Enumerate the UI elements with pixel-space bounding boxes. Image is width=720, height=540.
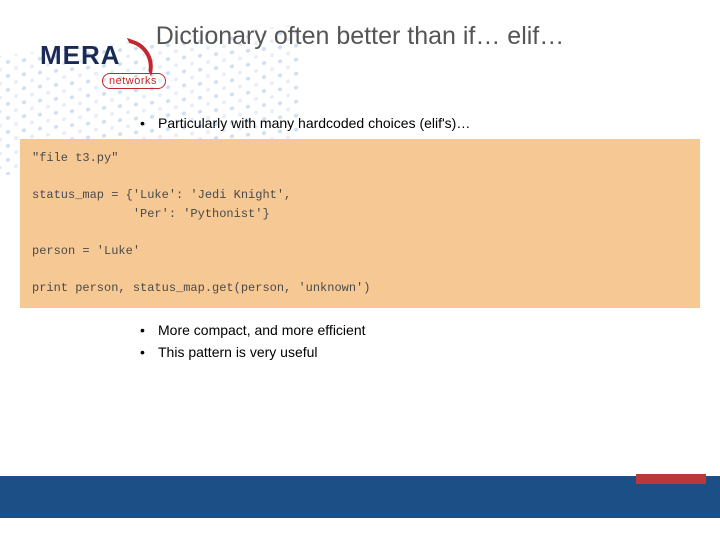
content-area: Particularly with many hardcoded choices…: [0, 115, 720, 368]
footer-bar: [0, 476, 720, 518]
list-item: More compact, and more efficient: [140, 322, 720, 338]
bullet-list-bottom: More compact, and more efficient This pa…: [140, 322, 720, 360]
code-block: "file t3.py" status_map = {'Luke': 'Jedi…: [20, 139, 700, 308]
logo-subtext: networks: [102, 73, 166, 89]
slide: MERA networks Dictionary often better th…: [0, 0, 720, 540]
bullet-list-top: Particularly with many hardcoded choices…: [140, 115, 720, 131]
list-item: Particularly with many hardcoded choices…: [140, 115, 720, 131]
list-item: This pattern is very useful: [140, 344, 720, 360]
footer-accent: [636, 474, 706, 484]
page-title: Dictionary often better than if… elif…: [0, 22, 720, 51]
